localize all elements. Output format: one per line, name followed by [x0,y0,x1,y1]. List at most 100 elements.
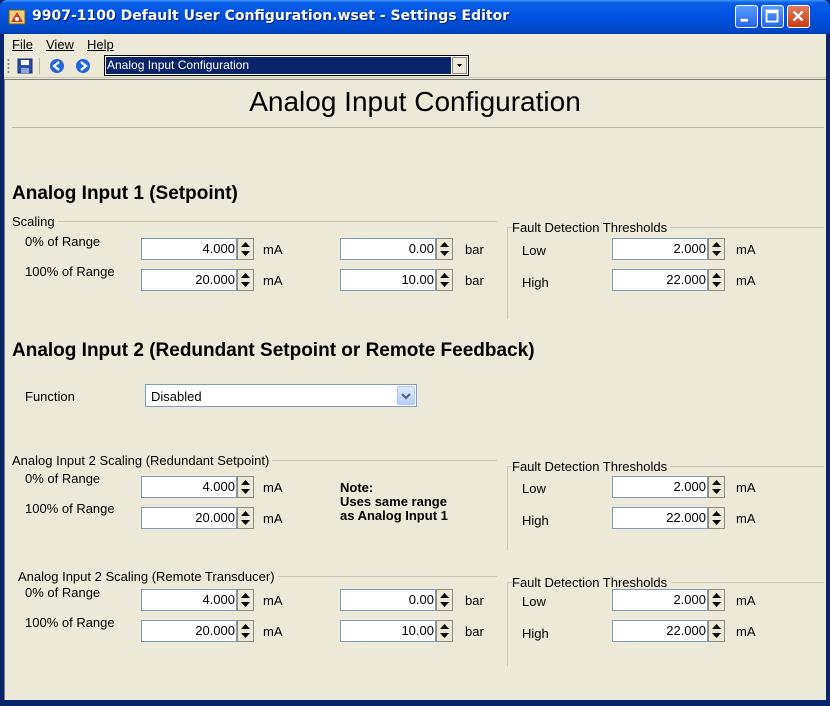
menu-file-label: File [12,37,33,52]
spin-down-icon [241,520,250,525]
close-button[interactable] [787,5,810,28]
ai2-remote-bar0-unit: bar [465,593,484,608]
menu-file[interactable]: File [12,37,33,52]
spin-up-icon [241,480,250,485]
ai2-remote-ma100-input[interactable]: 20.000 [141,620,237,642]
spin-up-icon [440,624,449,629]
menu-help-label: Help [87,37,114,52]
spin-down-icon [440,633,449,638]
window-title: 9907-1100 Default User Configuration.wse… [32,8,510,24]
save-icon[interactable] [16,57,34,75]
toolbar: Analog Input Configuration [4,54,826,78]
ai1-bar0-value: 0.00 [408,241,434,256]
ai1-section-title: Analog Input 1 (Setpoint) [12,183,238,204]
ai2-function-select[interactable]: Disabled [145,384,417,407]
ai2-redundant-low-spinner[interactable] [708,476,725,498]
ai2-redundant-note-line2: Uses same range [340,494,447,509]
ai2-remote-ma0-value: 4.000 [202,592,235,607]
ai1-ma0-input[interactable]: 4.000 [141,238,237,260]
ai2-remote-low-unit: mA [736,593,756,608]
ai1-high-unit: mA [736,273,756,288]
ai2-redundant-ma0-input[interactable]: 4.000 [141,476,237,498]
ai1-bar100-input[interactable]: 10.00 [340,269,436,291]
menu-view[interactable]: View [46,37,74,52]
spin-up-icon [241,624,250,629]
ai2-remote-ma0-input[interactable]: 4.000 [141,589,237,611]
ai2-redundant-ma100-input[interactable]: 20.000 [141,507,237,529]
spin-up-icon [712,242,721,247]
ai2-redundant-ma100-spinner[interactable] [237,507,254,529]
menu-help[interactable]: Help [87,37,114,52]
ai1-ma100-input[interactable]: 20.000 [141,269,237,291]
ai2-remote-bar0-spinner[interactable] [436,589,453,611]
ai2-remote-row100-label: 100% of Range [25,615,115,630]
ai1-low-value: 2.000 [673,241,706,256]
ai1-low-label: Low [522,243,546,258]
close-icon [792,10,804,22]
ai2-redundant-ma100-unit: mA [263,511,283,526]
ai2-redundant-fault-label: Fault Detection Thresholds [512,459,671,474]
ai2-remote-high-input[interactable]: 22.000 [612,620,708,642]
ai2-remote-ma100-value: 20.000 [195,623,235,638]
ai1-bar100-value: 10.00 [401,272,434,287]
ai2-remote-bar0-input[interactable]: 0.00 [340,589,436,611]
title-divider [12,127,824,128]
ai1-ma100-value: 20.000 [195,272,235,287]
ai2-function-label: Function [25,389,75,404]
spin-down-icon [241,251,250,256]
ai1-bar0-input[interactable]: 0.00 [340,238,436,260]
ai2-redundant-ma0-value: 4.000 [202,479,235,494]
ai2-redundant-low-unit: mA [736,480,756,495]
ai2-redundant-low-input[interactable]: 2.000 [612,476,708,498]
toolbar-grip[interactable] [7,58,10,74]
chevron-down-icon [401,393,411,400]
ai1-low-spinner[interactable] [708,238,725,260]
title-bar[interactable]: 9907-1100 Default User Configuration.wse… [0,0,830,34]
ai1-bar100-spinner[interactable] [436,269,453,291]
spin-down-icon [440,282,449,287]
ai1-bar0-spinner[interactable] [436,238,453,260]
ai2-remote-high-spinner[interactable] [708,620,725,642]
ai2-remote-high-unit: mA [736,624,756,639]
ai1-low-input[interactable]: 2.000 [612,238,708,260]
ai1-bar0-unit: bar [465,242,484,257]
app-icon [8,9,26,25]
forward-icon[interactable] [74,57,92,75]
back-icon[interactable] [48,57,66,75]
ai1-ma100-spinner[interactable] [237,269,254,291]
spin-down-icon [241,282,250,287]
ai2-remote-low-input[interactable]: 2.000 [612,589,708,611]
ai2-redundant-ma0-spinner[interactable] [237,476,254,498]
ai2-redundant-high-unit: mA [736,511,756,526]
ai1-high-input[interactable]: 22.000 [612,269,708,291]
ai1-scaling-label: Scaling [12,214,58,229]
ai2-remote-bar100-spinner[interactable] [436,620,453,642]
ai2-remote-ma0-spinner[interactable] [237,589,254,611]
ai2-redundant-high-value: 22.000 [666,510,706,525]
ai2-remote-low-spinner[interactable] [708,589,725,611]
ai2-function-value: Disabled [151,389,202,404]
ai2-remote-bar100-input[interactable]: 10.00 [340,620,436,642]
spin-down-icon [241,633,250,638]
menu-view-label: View [46,37,74,52]
chevron-down-icon [457,64,462,67]
ai2-redundant-high-spinner[interactable] [708,507,725,529]
maximize-button[interactable] [761,5,784,28]
ai1-ma0-spinner[interactable] [237,238,254,260]
ai1-scaling-group [12,221,497,222]
page-select[interactable]: Analog Input Configuration [104,55,469,76]
toolbar-separator [39,58,40,74]
ai2-redundant-high-input[interactable]: 22.000 [612,507,708,529]
ai1-high-label: High [522,275,549,290]
ai2-remote-high-value: 22.000 [666,623,706,638]
spin-up-icon [241,511,250,516]
spin-down-icon [440,602,449,607]
ai1-high-spinner[interactable] [708,269,725,291]
ai2-remote-ma100-spinner[interactable] [237,620,254,642]
minimize-button[interactable] [735,5,758,28]
spin-up-icon [712,273,721,278]
page-select-button[interactable] [452,57,467,74]
spin-up-icon [440,273,449,278]
ai2-function-dropdown-button[interactable] [397,386,415,405]
ai1-low-unit: mA [736,242,756,257]
